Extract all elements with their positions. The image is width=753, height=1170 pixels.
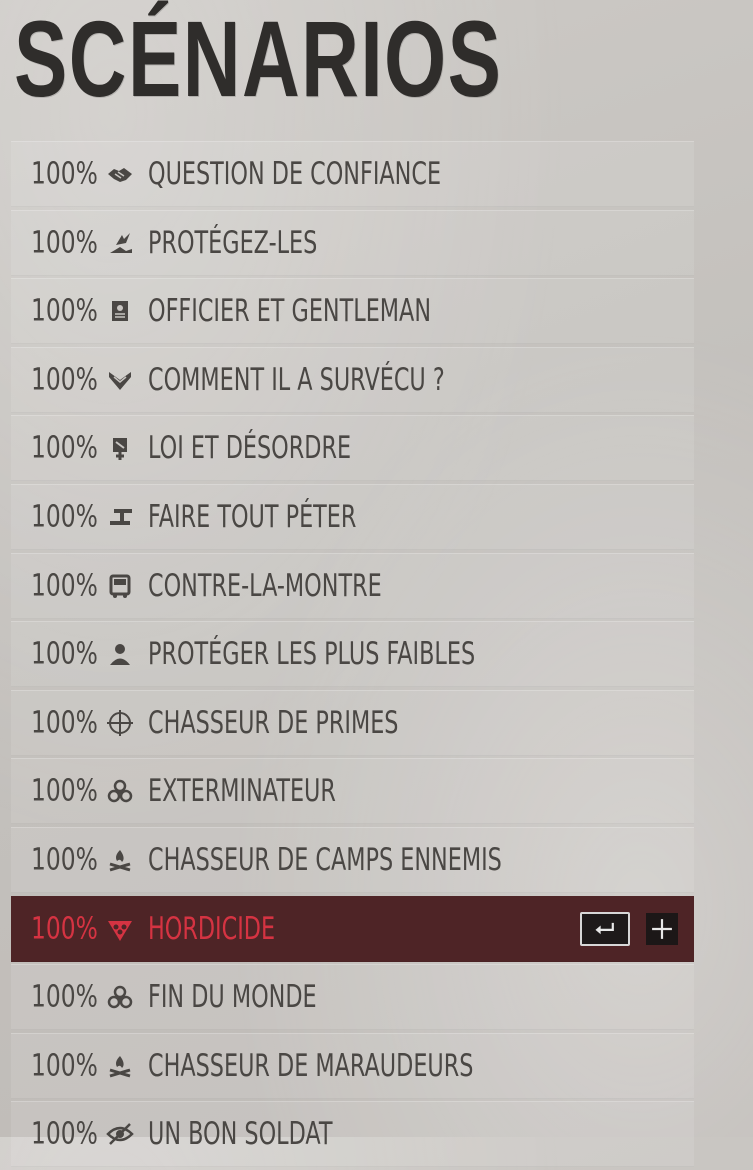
page-title: SCÉNARIOS xyxy=(14,0,503,119)
outlaw-icon xyxy=(105,433,135,463)
biohazard-icon xyxy=(105,982,135,1012)
hand-bird-icon xyxy=(105,228,135,258)
scenario-row-faire-tout-peter[interactable]: 100% FAIRE TOUT PÉTER xyxy=(11,483,694,550)
scenario-row-fin-du-monde[interactable]: 100% FIN DU MONDE xyxy=(11,964,694,1031)
biohazard-icon xyxy=(105,776,135,806)
scenario-label: HORDICIDE xyxy=(148,910,276,947)
scenario-percent: 100% xyxy=(31,293,98,329)
scenario-percent: 100% xyxy=(31,430,98,466)
plus-icon[interactable] xyxy=(646,912,678,945)
scenario-label: CHASSEUR DE MARAUDEURS xyxy=(148,1047,474,1084)
person-icon xyxy=(105,639,135,669)
scenario-percent: 100% xyxy=(31,636,98,672)
scenario-percent: 100% xyxy=(31,225,98,261)
scenario-percent: 100% xyxy=(31,705,98,741)
scenario-label: OFFICIER ET GENTLEMAN xyxy=(148,293,432,330)
scenario-percent: 100% xyxy=(31,1048,98,1084)
scenario-label: LOI ET DÉSORDRE xyxy=(148,430,352,467)
crosshair-icon xyxy=(105,708,135,738)
scenario-row-un-bon-soldat[interactable]: 100% UN BON SOLDAT xyxy=(11,1101,694,1168)
scenario-label: CHASSEUR DE CAMPS ENNEMIS xyxy=(148,841,502,878)
campfire-icon xyxy=(105,1051,135,1081)
scenario-list: 100% QUESTION DE CONFIANCE 100% PROTÉGEZ-LE… xyxy=(11,141,694,1170)
scenario-row-contre-la-montre[interactable]: 100% CONTRE-LA-MONTRE xyxy=(11,552,694,619)
handshake-icon xyxy=(105,159,135,189)
scenario-percent: 100% xyxy=(31,568,98,604)
truck-icon xyxy=(105,571,135,601)
scenario-label: FAIRE TOUT PÉTER xyxy=(148,498,357,535)
scenario-label: CONTRE-LA-MONTRE xyxy=(148,567,382,604)
scenario-label: CHASSEUR DE PRIMES xyxy=(148,704,399,741)
scenario-label: COMMENT IL A SURVÉCU ? xyxy=(148,361,445,398)
scenario-row-loi-et-desordre[interactable]: 100% LOI ET DÉSORDRE xyxy=(11,415,694,482)
scenario-row-exterminateur[interactable]: 100% EXTERMINATEUR xyxy=(11,758,694,825)
scenario-percent: 100% xyxy=(31,911,98,947)
scenario-percent: 100% xyxy=(31,156,98,192)
badge-icon xyxy=(105,296,135,326)
scenario-row-chasseur-de-primes[interactable]: 100% CHASSEUR DE PRIMES xyxy=(11,689,694,756)
scenario-row-comment-il-a-survecu[interactable]: 100% COMMENT IL A SURVÉCU ? xyxy=(11,346,694,413)
chevron-rank-icon xyxy=(105,365,135,395)
campfire-icon xyxy=(105,845,135,875)
horde-icon xyxy=(105,914,135,944)
eye-slash-icon xyxy=(105,1119,135,1149)
scenario-percent: 100% xyxy=(31,362,98,398)
scenario-percent: 100% xyxy=(31,1116,98,1152)
scenario-row-proteger-les-plus-faibles[interactable]: 100% PROTÉGER LES PLUS FAIBLES xyxy=(11,621,694,688)
scenario-percent: 100% xyxy=(31,979,98,1015)
scenario-label: QUESTION DE CONFIANCE xyxy=(148,156,442,192)
detonator-icon xyxy=(105,502,135,532)
scenario-percent: 100% xyxy=(31,773,98,809)
scenario-percent: 100% xyxy=(31,499,98,535)
scenario-percent: 100% xyxy=(31,842,98,878)
scenario-label: UN BON SOLDAT xyxy=(148,1116,333,1153)
scenario-row-question-de-confiance[interactable]: 100% QUESTION DE CONFIANCE xyxy=(11,141,694,207)
scenario-label: PROTÉGEZ-LES xyxy=(148,224,318,261)
scenario-label: FIN DU MONDE xyxy=(148,979,317,1016)
scenario-row-hordicide[interactable]: 100% HORDICIDE xyxy=(11,895,694,962)
scenario-row-chasseur-de-maraudeurs[interactable]: 100% CHASSEUR DE MARAUDEURS xyxy=(11,1032,694,1099)
enter-key-icon[interactable] xyxy=(580,911,630,946)
scenario-label: PROTÉGER LES PLUS FAIBLES xyxy=(148,636,476,673)
scenario-row-chasseur-de-camps-ennemis[interactable]: 100% CHASSEUR DE CAMPS ENNEMIS xyxy=(11,826,694,893)
scenario-label: EXTERMINATEUR xyxy=(148,773,336,810)
scenario-row-protegez-les[interactable]: 100% PROTÉGEZ-LES xyxy=(11,209,694,276)
scenario-row-officier-et-gentleman[interactable]: 100% OFFICIER ET GENTLEMAN xyxy=(11,278,694,345)
